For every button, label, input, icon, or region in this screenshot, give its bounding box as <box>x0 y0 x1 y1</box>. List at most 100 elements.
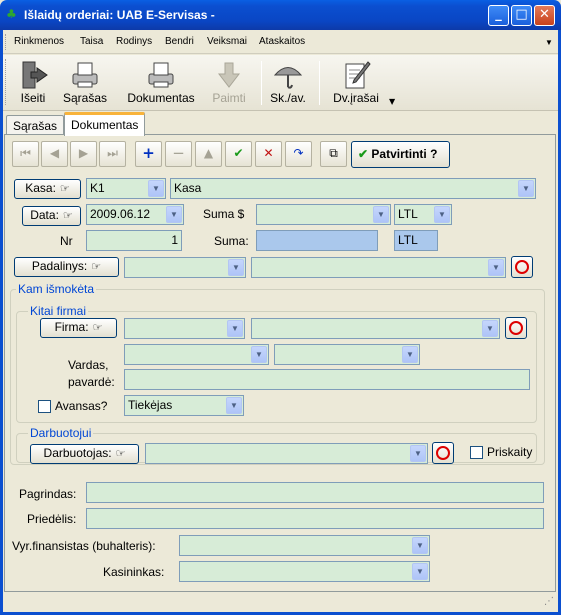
advance-checkbox[interactable] <box>38 400 51 413</box>
amount-usd-label: Suma $ <box>203 207 245 221</box>
toolbar-grip <box>5 59 8 105</box>
chevron-down-icon: ▼ <box>410 445 426 462</box>
advance-label: Avansas? <box>55 399 108 413</box>
close-button[interactable]: ✕ <box>534 5 555 26</box>
minimize-button[interactable]: _ <box>488 5 509 26</box>
umbrella-icon <box>273 67 303 89</box>
employee-select[interactable]: ▼ <box>145 443 428 464</box>
number-label: Nr <box>60 234 73 248</box>
add-record-button[interactable]: + <box>135 141 162 167</box>
confirm-button[interactable]: ✔ Patvirtinti ? <box>351 141 450 168</box>
department-button[interactable]: Padalinys: ☞ <box>14 257 119 277</box>
cashier-label: Kasininkas: <box>103 565 165 579</box>
maximize-button[interactable]: □ <box>511 5 532 26</box>
next-record-button[interactable]: ▶ <box>70 141 97 167</box>
surname-select[interactable]: ▼ <box>274 344 420 365</box>
double-entries-button[interactable]: Dv.įrašai <box>327 57 385 109</box>
name-select[interactable]: ▼ <box>124 344 269 365</box>
view-button[interactable]: Sk./av. <box>267 57 309 109</box>
refresh-button[interactable]: ↷ <box>285 141 312 167</box>
window-title: Išlaidų orderiai: UAB E-Servisas - <box>24 8 215 22</box>
chevron-down-icon: ▼ <box>434 206 450 223</box>
first-record-button[interactable]: ⏮ <box>12 141 39 167</box>
cash-desk-button[interactable]: Kasa: ☞ <box>14 179 81 199</box>
chevron-down-icon: ▼ <box>166 206 182 223</box>
chevron-down-icon: ▼ <box>228 259 244 276</box>
assign-checkbox[interactable] <box>470 446 483 459</box>
menu-rodinys[interactable]: Rodinys <box>116 36 152 47</box>
clear-circle-icon <box>436 446 450 460</box>
currency-select[interactable]: LTL ▼ <box>394 204 452 225</box>
cashier-select[interactable]: ▼ <box>179 561 430 582</box>
delete-record-button[interactable]: − <box>165 141 192 167</box>
chevron-down-icon: ▼ <box>227 320 243 337</box>
date-picker[interactable]: 2009.06.12 ▼ <box>86 204 184 225</box>
edit-document-icon <box>345 61 371 89</box>
full-name-field[interactable] <box>124 369 530 390</box>
last-record-button[interactable]: ⏭ <box>99 141 126 167</box>
name-label-line1: Vardas, <box>68 358 109 372</box>
resize-grip-icon[interactable]: ⋰ <box>544 596 554 607</box>
company-name-select[interactable]: ▼ <box>251 318 500 339</box>
tab-strip: Sąrašas Dokumentas <box>3 112 558 136</box>
exit-door-icon <box>22 61 48 89</box>
accept-button[interactable]: ✔ <box>225 141 252 167</box>
chevron-down-icon: ▼ <box>412 563 428 580</box>
document-button[interactable]: Dokumentas <box>123 57 199 109</box>
company-button[interactable]: Firma: ☞ <box>40 318 117 338</box>
tab-list[interactable]: Sąrašas <box>6 115 65 135</box>
chief-accountant-label: Vyr.finansistas (buhalteris): <box>12 539 156 553</box>
list-button[interactable]: Sąrašas <box>59 57 111 109</box>
chevron-down-icon: ▼ <box>482 320 498 337</box>
department-code-select[interactable]: ▼ <box>124 257 246 278</box>
status-bar: ⋰ <box>3 593 558 612</box>
menu-veiksmai[interactable]: Veiksmai <box>207 36 247 47</box>
amount-usd-select[interactable]: ▼ <box>256 204 391 225</box>
chief-accountant-select[interactable]: ▼ <box>179 535 430 556</box>
chevron-down-icon: ▼ <box>518 180 534 197</box>
clear-company-button[interactable] <box>505 317 527 339</box>
check-icon: ✔ <box>358 147 369 161</box>
toolbar-more-icon[interactable]: ▼ <box>389 97 395 106</box>
clear-department-button[interactable] <box>511 256 533 278</box>
app-icon: ♣ <box>6 7 17 21</box>
prev-record-button[interactable]: ◀ <box>41 141 68 167</box>
cancel-button[interactable]: ✕ <box>255 141 282 167</box>
basis-label: Pagrindas: <box>19 487 77 501</box>
title-bar: ♣ Išlaidų orderiai: UAB E-Servisas - _ □… <box>0 0 561 30</box>
number-field[interactable]: 1 <box>86 230 182 251</box>
amount-field[interactable] <box>256 230 378 251</box>
chevron-down-icon: ▼ <box>373 206 389 223</box>
take-button[interactable]: Paimti <box>209 57 249 109</box>
cash-desk-code-select[interactable]: K1 ▼ <box>86 178 166 199</box>
payee-type-select[interactable]: Tiekėjas ▼ <box>124 395 244 416</box>
menu-taisa[interactable]: Taisa <box>80 36 103 47</box>
employee-legend: Darbuotojui <box>28 426 94 440</box>
menu-overflow-icon[interactable]: ▼ <box>545 38 553 47</box>
up-button[interactable]: ▲ <box>195 141 222 167</box>
paid-to-legend: Kam išmokėta <box>16 282 97 296</box>
menu-bendri[interactable]: Bendri <box>165 36 194 47</box>
toolbar-separator <box>319 61 320 105</box>
exit-button[interactable]: Išeiti <box>13 57 53 109</box>
attachment-field[interactable] <box>86 508 544 529</box>
chevron-down-icon: ▼ <box>402 346 418 363</box>
basis-field[interactable] <box>86 482 544 503</box>
menu-ataskaitos[interactable]: Ataskaitos <box>259 36 305 47</box>
employee-button[interactable]: Darbuotojas: ☞ <box>30 444 139 464</box>
date-button[interactable]: Data: ☞ <box>22 206 81 226</box>
assign-label: Priskaity <box>487 445 533 459</box>
company-code-select[interactable]: ▼ <box>124 318 245 339</box>
pointing-hand-icon: ☞ <box>59 183 70 195</box>
cash-desk-name-select[interactable]: Kasa ▼ <box>170 178 536 199</box>
name-label-line2: pavardė: <box>68 375 115 389</box>
clear-circle-icon <box>509 321 523 335</box>
menu-rinkmenos[interactable]: Rinkmenos <box>14 36 64 47</box>
chevron-down-icon: ▼ <box>412 537 428 554</box>
pointing-hand-icon: ☞ <box>115 448 126 460</box>
department-name-select[interactable]: ▼ <box>251 257 506 278</box>
toolbar: Išeiti Sąrašas Dokumentas Paimti Sk./av.… <box>3 55 558 111</box>
tab-document[interactable]: Dokumentas <box>64 112 146 136</box>
copy-button[interactable]: ⧉ <box>320 141 347 167</box>
clear-employee-button[interactable] <box>432 442 454 464</box>
